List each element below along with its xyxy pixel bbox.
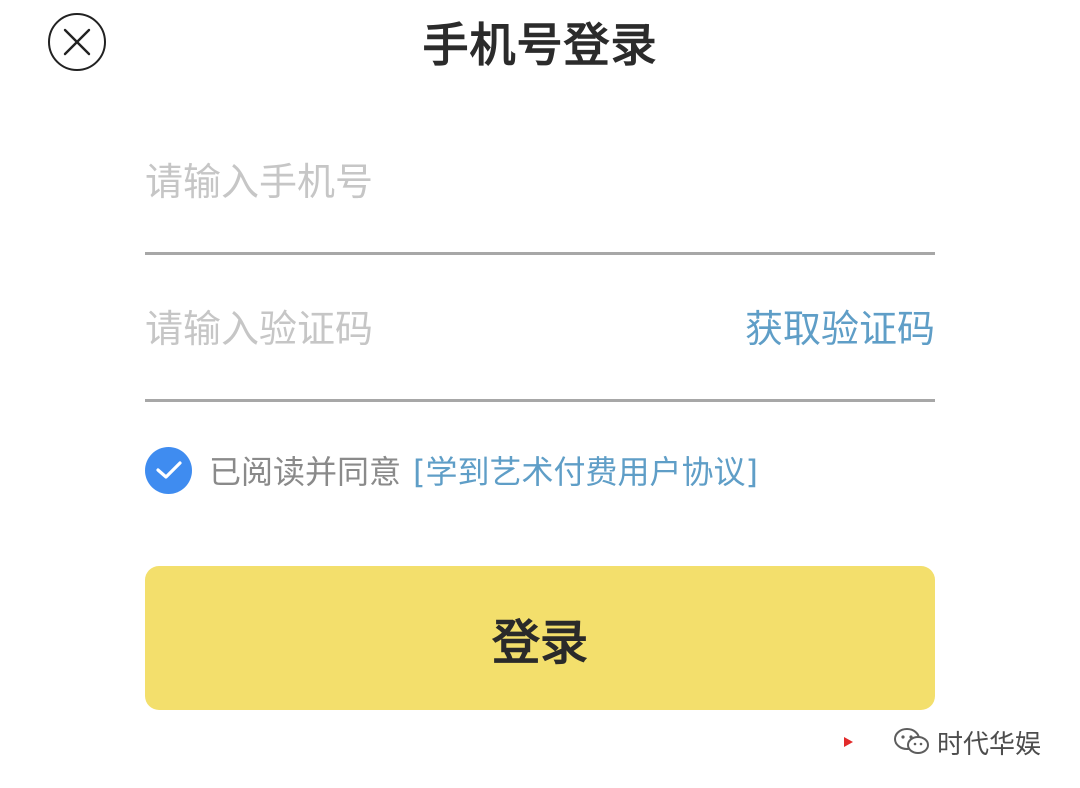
agreement-row: 已阅读并同意 [学到艺术付费用户协议]	[145, 446, 758, 494]
phone-field	[145, 160, 935, 255]
phone-input[interactable]	[145, 160, 935, 204]
code-field: 获取验证码	[145, 307, 935, 402]
verification-code-input[interactable]	[145, 307, 705, 351]
get-code-button[interactable]: 获取验证码	[745, 307, 935, 351]
agreement-link[interactable]: [学到艺术付费用户协议]	[413, 447, 758, 493]
page-title: 手机号登录	[422, 18, 658, 72]
agreement-text: 已阅读并同意	[209, 453, 402, 491]
login-button[interactable]: 登录	[145, 566, 935, 710]
play-icon	[844, 737, 853, 747]
watermark-text: 时代华娱	[937, 729, 1042, 760]
watermark: 时代华娱	[836, 714, 1076, 770]
wechat-icon	[893, 727, 931, 757]
agreement-checkbox[interactable]	[145, 446, 192, 494]
checkmark-icon	[155, 461, 182, 479]
